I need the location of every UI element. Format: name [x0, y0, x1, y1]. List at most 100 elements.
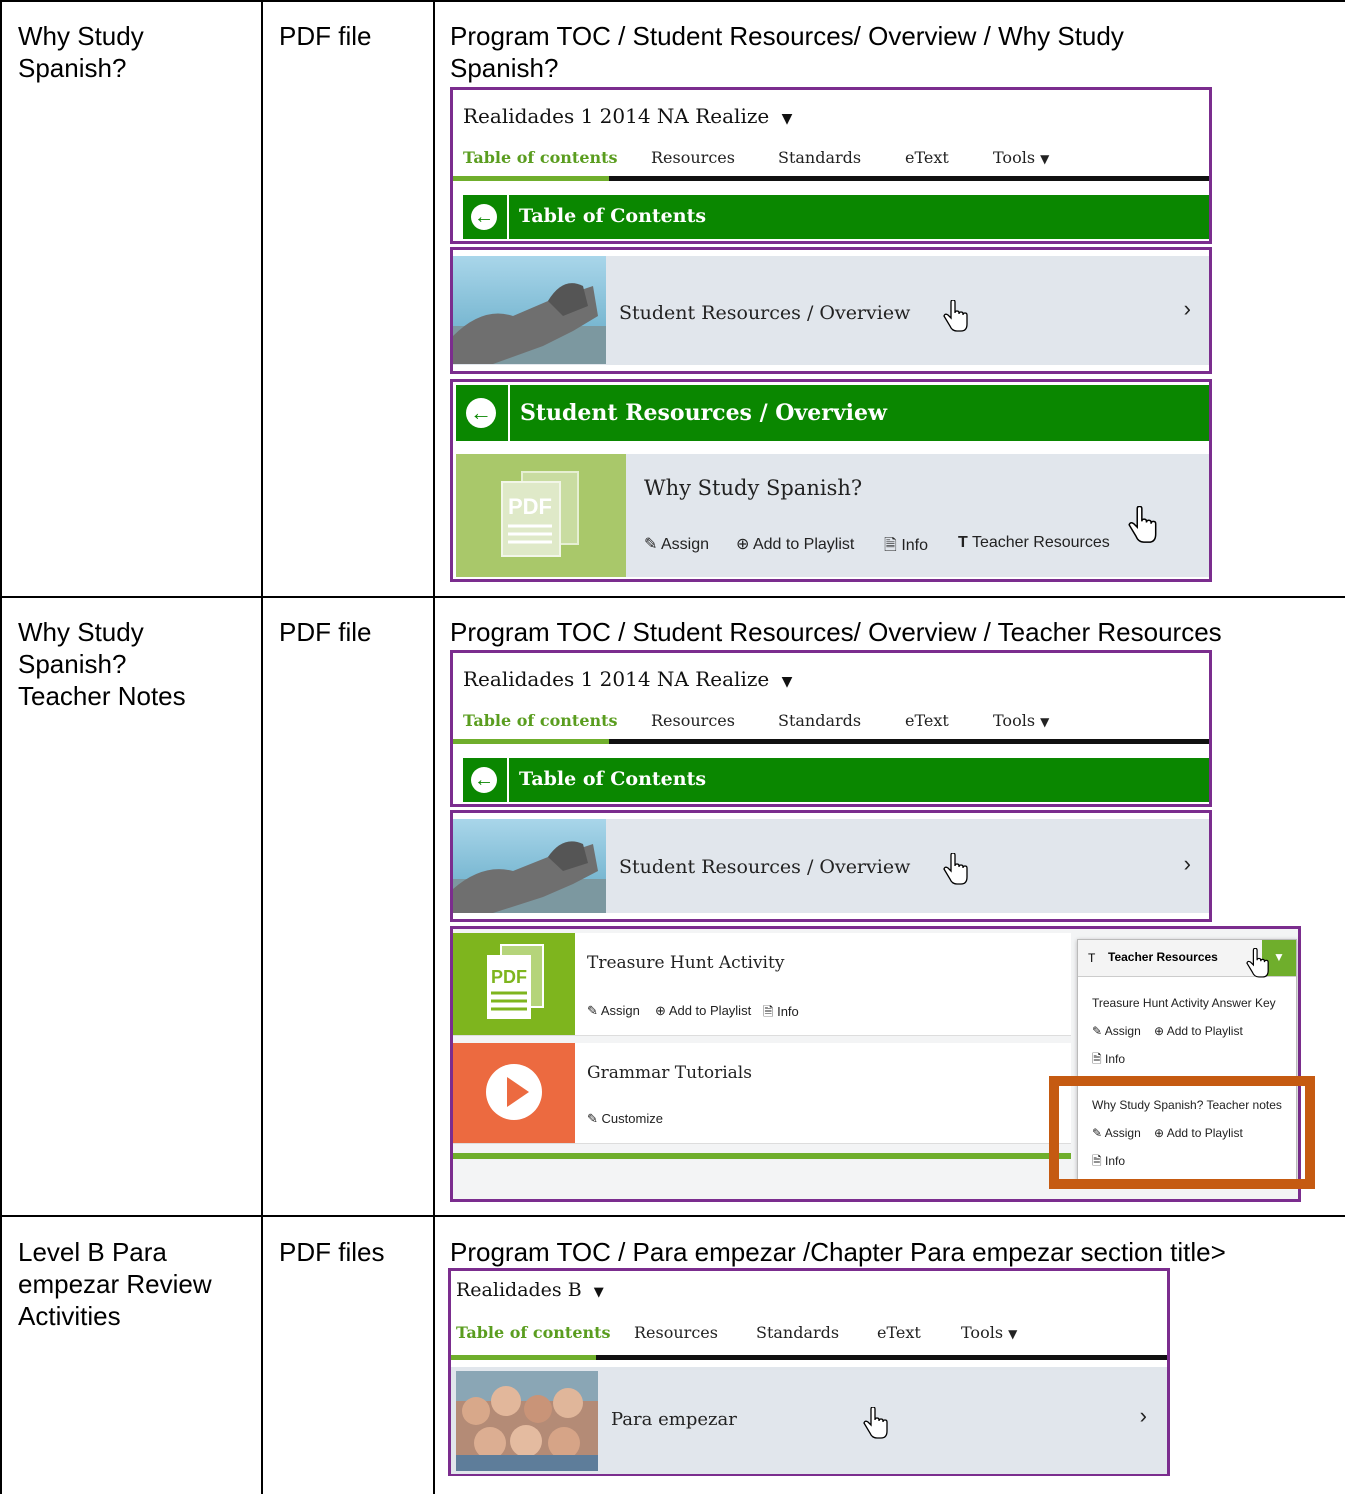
tab-etext[interactable]: eText: [905, 148, 949, 167]
add-to-playlist-link[interactable]: ⊕ Add to Playlist: [655, 1003, 751, 1019]
students-thumbnail: [456, 1371, 598, 1471]
teacher-resources-header-label: Teacher Resources: [1108, 950, 1218, 964]
assign-icon: ✎: [644, 536, 658, 553]
hand-cursor-icon: [1128, 506, 1157, 543]
assign-link[interactable]: ✎ Assign: [587, 1003, 640, 1019]
toc-bar-title: Table of Contents: [519, 205, 707, 227]
shot1-section-panel: ← Student Resources / Overview PDF Why S…: [450, 379, 1212, 582]
tab-resources[interactable]: Resources: [634, 1323, 718, 1342]
toc-bar-title: Table of Contents: [519, 768, 707, 790]
row1-path: Program TOC / Student Resources/ Overvie…: [450, 21, 1124, 83]
treasure-hunt-row[interactable]: PDF Treasure Hunt Activity ✎ Assign ⊕ Ad…: [453, 933, 1071, 1036]
assign-label: Assign: [600, 1003, 640, 1018]
back-arrow-icon[interactable]: ←: [471, 204, 497, 230]
assign-link[interactable]: ✎ Assign: [1092, 1024, 1141, 1038]
para-empezar-row[interactable]: Para empezar ›: [451, 1367, 1167, 1474]
chevron-down-icon: ▼: [781, 674, 793, 690]
video-thumbnail: [453, 1043, 575, 1143]
info-link[interactable]: 🗎 Info: [884, 534, 928, 561]
assign-label: Assign: [660, 536, 709, 553]
back-arrow-icon[interactable]: ←: [466, 398, 496, 428]
tab-resources[interactable]: Resources: [651, 711, 735, 730]
document-icon: 🗎: [884, 537, 897, 554]
document-icon: 🗎: [763, 1004, 774, 1019]
program-selector[interactable]: Realidades 1 2014 NA Realize ▼: [463, 104, 792, 128]
assign-icon: ✎: [1092, 1024, 1103, 1038]
statue-thumbnail: [453, 256, 606, 364]
tab-etext[interactable]: eText: [877, 1323, 921, 1342]
hand-cursor-icon: [943, 853, 968, 885]
play-icon: [486, 1064, 542, 1120]
info-link[interactable]: 🗎 Info: [1092, 1050, 1125, 1071]
toc-bar: ← Table of Contents: [463, 758, 1209, 802]
chevron-down-icon: ▼: [1040, 715, 1050, 729]
customize-link[interactable]: ✎ Customize: [587, 1111, 663, 1127]
add-to-playlist-label: Add to Playlist: [752, 536, 855, 553]
tab-table-of-contents[interactable]: Table of contents: [463, 711, 618, 730]
assign-icon: ✎: [587, 1003, 598, 1018]
tab-tools[interactable]: Tools ▼: [993, 148, 1049, 167]
tab-tools[interactable]: Tools ▼: [993, 711, 1049, 730]
resource-title[interactable]: Why Study Spanish?: [644, 476, 862, 500]
shot2-item-panel[interactable]: Student Resources / Overview ›: [450, 810, 1212, 922]
chevron-down-icon: ▼: [1008, 1327, 1018, 1341]
program-selector[interactable]: Realidades B ▼: [456, 1279, 604, 1301]
tab-standards[interactable]: Standards: [778, 148, 861, 167]
section-bar-title: Student Resources / Overview: [520, 400, 887, 426]
row3-type: PDF files: [279, 1237, 385, 1267]
add-to-playlist-link[interactable]: ⊕ Add to Playlist: [736, 534, 854, 554]
para-empezar-label: Para empezar: [611, 1409, 737, 1430]
info-label: Info: [901, 537, 929, 554]
pdf-thumbnail: PDF: [456, 454, 626, 577]
answer-key-link[interactable]: Treasure Hunt Activity Answer Key: [1092, 996, 1276, 1010]
document-icon: 🗎: [1092, 1052, 1102, 1066]
shot2-header-panel: Realidades 1 2014 NA Realize ▼ Table of …: [450, 650, 1212, 807]
teacher-resources-icon: T: [958, 534, 968, 551]
assign-link[interactable]: ✎ Assign: [644, 534, 709, 554]
hand-cursor-icon: [943, 300, 968, 332]
resource-row[interactable]: PDF Why Study Spanish? ✎ Assign ⊕ Add to…: [456, 454, 1209, 577]
tab-underline: [453, 176, 1209, 181]
chevron-down-icon: ▼: [593, 1285, 604, 1300]
shot1-item-panel[interactable]: Student Resources / Overview ›: [450, 247, 1212, 374]
chevron-right-icon: ›: [1139, 1403, 1147, 1428]
hand-cursor-icon: [1246, 948, 1269, 978]
chevron-down-icon: ▼: [1040, 152, 1050, 166]
toc-bar: ← Table of Contents: [463, 195, 1209, 239]
grammar-tutorials-title[interactable]: Grammar Tutorials: [587, 1063, 752, 1083]
highlight-box: [1049, 1076, 1315, 1189]
add-to-playlist-label: Add to Playlist: [668, 1003, 752, 1018]
tab-resources[interactable]: Resources: [651, 148, 735, 167]
info-link[interactable]: 🗎 Info: [763, 1003, 799, 1025]
teacher-resources-label: Teacher Resources: [971, 534, 1110, 551]
tab-table-of-contents[interactable]: Table of contents: [463, 148, 618, 167]
table-col-divider-2: [433, 0, 435, 1494]
section-bar: ← Student Resources / Overview: [456, 385, 1209, 441]
teacher-resources-link[interactable]: T Teacher Resources: [958, 534, 1110, 552]
tab-etext[interactable]: eText: [905, 711, 949, 730]
assign-label: Assign: [1104, 1024, 1141, 1038]
add-to-playlist-link[interactable]: ⊕ Add to Playlist: [1154, 1024, 1243, 1038]
pdf-thumbnail: PDF: [453, 933, 575, 1035]
svg-text:PDF: PDF: [491, 967, 527, 987]
back-arrow-icon[interactable]: ←: [471, 767, 497, 793]
chevron-right-icon: ›: [1183, 296, 1191, 321]
hand-cursor-icon: [863, 1407, 888, 1439]
plus-circle-icon: ⊕: [1154, 1024, 1165, 1038]
tab-tools[interactable]: Tools ▼: [961, 1323, 1017, 1342]
tab-table-of-contents[interactable]: Table of contents: [456, 1323, 611, 1342]
grammar-tutorials-row[interactable]: Grammar Tutorials ✎ Customize: [453, 1043, 1071, 1144]
add-to-playlist-label: Add to Playlist: [1166, 1024, 1243, 1038]
program-title: Realidades 1 2014 NA Realize: [463, 104, 770, 128]
table-border-left: [0, 0, 2, 1494]
tab-standards[interactable]: Standards: [778, 711, 861, 730]
chevron-down-icon: ▼: [781, 111, 793, 127]
tab-standards[interactable]: Standards: [756, 1323, 839, 1342]
program-selector[interactable]: Realidades 1 2014 NA Realize ▼: [463, 667, 792, 691]
row1-type: PDF file: [279, 21, 372, 51]
treasure-hunt-title[interactable]: Treasure Hunt Activity: [587, 953, 784, 973]
row2-type: PDF file: [279, 617, 372, 647]
tab-underline: [453, 739, 1209, 744]
svg-text:PDF: PDF: [508, 494, 552, 519]
table-border-top: [0, 0, 1345, 2]
